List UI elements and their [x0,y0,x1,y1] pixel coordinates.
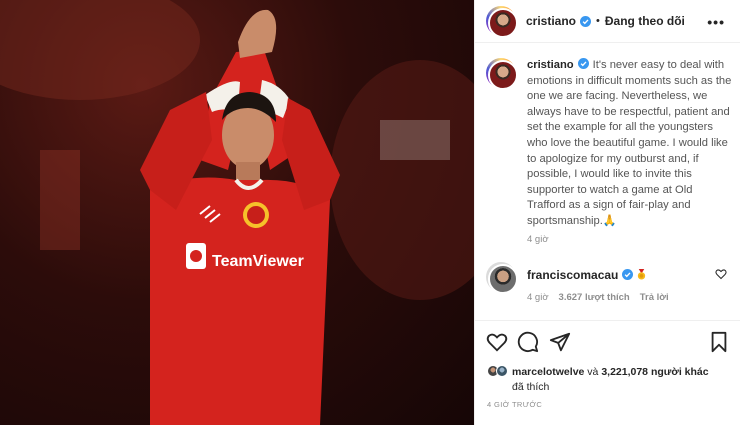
likes-others-count[interactable]: 3,221,078 người khác [601,366,708,378]
comment-timestamp: 4 giờ [527,292,549,303]
caption-body: cristiano It's never easy to deal with em… [527,58,732,230]
post-photo: TeamViewer [0,0,474,425]
verified-badge-icon [577,58,589,69]
medal-emoji-icon [638,269,646,280]
commenter-username[interactable]: franciscomacau [527,268,618,282]
comment-icon[interactable] [517,331,539,353]
likes-text: marcelotwelve và 3,221,078 người khác đã… [512,365,737,395]
comment-likes-count[interactable]: 3.627 lượt thích [559,292,630,303]
post-caption: cristiano It's never easy to deal with em… [486,58,732,230]
more-options-icon[interactable]: ••• [707,14,725,30]
likes-connector: và [587,366,599,378]
liker-username[interactable]: marcelotwelve [512,366,584,378]
comment-body: franciscomacau [527,262,647,292]
following-button[interactable]: Đang theo dõi [605,14,685,28]
author-username[interactable]: cristiano [526,14,576,28]
comment-item: franciscomacau [486,262,732,294]
sponsor-text: TeamViewer [212,253,304,270]
caption-timestamp: 4 giờ [527,234,549,245]
likes-liked-label: đã thích [512,381,550,393]
caption-text: It's never easy to deal with emotions in… [527,59,732,227]
verified-badge-icon [622,269,634,280]
comment-meta: 4 giờ 3.627 lượt thích Trả lời [527,292,669,303]
post-actions: marcelotwelve và 3,221,078 người khác đã… [475,320,740,425]
caption-author-avatar[interactable] [486,58,518,90]
verified-badge-icon [580,15,592,27]
save-bookmark-icon[interactable] [708,331,730,353]
header-separator: • [596,15,600,27]
post-side-panel: cristiano • Đang theo dõi ••• cristiano I… [474,0,740,425]
instagram-post-modal: TeamViewer cristiano • Đang theo dõi •••… [0,0,740,425]
comment-like-heart-icon[interactable] [715,268,727,280]
share-icon[interactable] [549,331,571,353]
likes-summary: marcelotwelve và 3,221,078 người khác đã… [487,365,737,395]
commenter-avatar[interactable] [486,262,518,294]
liker-avatar [496,365,508,377]
author-avatar[interactable] [486,6,518,38]
like-heart-icon[interactable] [486,331,508,353]
post-header: cristiano • Đang theo dõi ••• [475,0,740,43]
player-illustration: TeamViewer [0,0,474,425]
reply-button[interactable]: Trả lời [640,292,669,303]
caption-username[interactable]: cristiano [527,59,574,71]
post-timestamp: 4 GIỜ TRƯỚC [487,400,543,409]
